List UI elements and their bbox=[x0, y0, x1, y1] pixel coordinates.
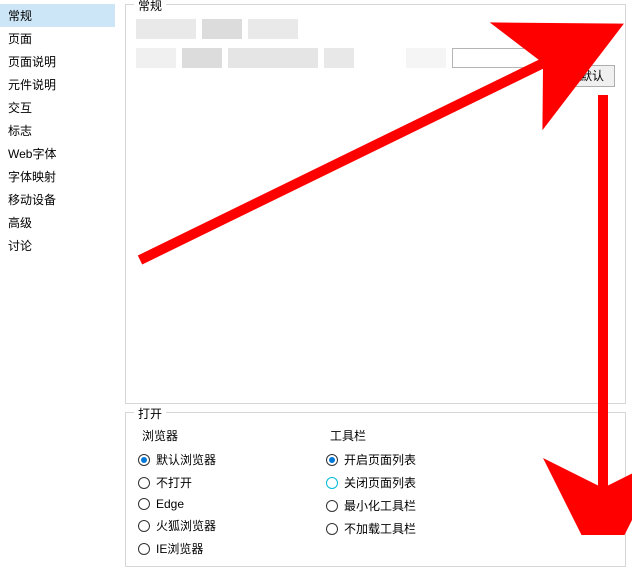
radio-icon bbox=[326, 500, 338, 512]
sidebar-item-widget-notes[interactable]: 元件说明 bbox=[0, 73, 115, 96]
radio-toolbar-minimize[interactable]: 最小化工具栏 bbox=[326, 496, 416, 515]
radio-do-not-open[interactable]: 不打开 bbox=[138, 473, 216, 492]
sidebar-item-label: 高级 bbox=[8, 216, 32, 230]
sidebar-item-advanced[interactable]: 高级 bbox=[0, 211, 115, 234]
sidebar-item-page-notes[interactable]: 页面说明 bbox=[0, 50, 115, 73]
use-default-button[interactable]: 使用默认 bbox=[545, 65, 615, 87]
radio-label: IE浏览器 bbox=[156, 540, 203, 557]
radio-icon bbox=[138, 498, 150, 510]
sidebar-item-label: 字体映射 bbox=[8, 170, 56, 184]
sidebar-item-label: 交互 bbox=[8, 101, 32, 115]
blurred-block bbox=[136, 19, 196, 39]
radio-label: 默认浏览器 bbox=[156, 451, 216, 468]
sidebar-item-discuss[interactable]: 讨论 bbox=[0, 234, 115, 257]
blurred-block bbox=[136, 48, 176, 68]
radio-label: 开启页面列表 bbox=[344, 451, 416, 468]
toolbar-column-title: 工具栏 bbox=[330, 427, 416, 444]
main-panel: 常规 ... 使用默认 bbox=[115, 0, 632, 535]
sidebar-item-label: 常规 bbox=[8, 9, 32, 23]
radio-icon bbox=[138, 477, 150, 489]
radio-icon bbox=[326, 523, 338, 535]
radio-toolbar-open-pages[interactable]: 开启页面列表 bbox=[326, 450, 416, 469]
blurred-row-2: ... bbox=[136, 47, 615, 69]
blurred-block bbox=[228, 48, 318, 68]
radio-icon bbox=[326, 454, 338, 466]
blurred-block bbox=[202, 19, 242, 39]
radio-default-browser[interactable]: 默认浏览器 bbox=[138, 450, 216, 469]
blurred-block bbox=[406, 48, 446, 68]
group-open: 打开 浏览器 默认浏览器 不打开 Edge 火狐浏览器 IE浏览器 工具栏 开启… bbox=[125, 412, 626, 567]
sidebar-item-label: 移动设备 bbox=[8, 193, 56, 207]
radio-ie[interactable]: IE浏览器 bbox=[138, 539, 216, 558]
group-open-title: 打开 bbox=[134, 405, 166, 422]
radio-toolbar-none[interactable]: 不加载工具栏 bbox=[326, 519, 416, 538]
output-path-input[interactable] bbox=[452, 48, 550, 68]
blurred-block bbox=[248, 19, 298, 39]
radio-label: 最小化工具栏 bbox=[344, 497, 416, 514]
blurred-block bbox=[182, 48, 222, 68]
group-general: 常规 ... 使用默认 bbox=[125, 4, 626, 404]
browser-column: 浏览器 默认浏览器 不打开 Edge 火狐浏览器 IE浏览器 bbox=[138, 427, 216, 558]
sidebar-item-label: Web字体 bbox=[8, 147, 56, 161]
radio-firefox[interactable]: 火狐浏览器 bbox=[138, 516, 216, 535]
sidebar-item-label: 元件说明 bbox=[8, 78, 56, 92]
sidebar-item-interaction[interactable]: 交互 bbox=[0, 96, 115, 119]
radio-icon bbox=[138, 520, 150, 532]
radio-label: 火狐浏览器 bbox=[156, 517, 216, 534]
radio-icon bbox=[138, 454, 150, 466]
blurred-block bbox=[324, 48, 354, 68]
sidebar-item-general[interactable]: 常规 bbox=[0, 4, 115, 27]
browser-column-title: 浏览器 bbox=[142, 427, 216, 444]
sidebar-item-page[interactable]: 页面 bbox=[0, 27, 115, 50]
blurred-row-1 bbox=[136, 19, 615, 39]
sidebar-item-label: 讨论 bbox=[8, 239, 32, 253]
radio-icon bbox=[138, 543, 150, 555]
radio-icon bbox=[326, 477, 338, 489]
sidebar-item-label: 页面说明 bbox=[8, 55, 56, 69]
radio-toolbar-close-pages[interactable]: 关闭页面列表 bbox=[326, 473, 416, 492]
sidebar-item-web-fonts[interactable]: Web字体 bbox=[0, 142, 115, 165]
radio-label: Edge bbox=[156, 497, 184, 511]
sidebar-item-font-mapping[interactable]: 字体映射 bbox=[0, 165, 115, 188]
radio-label: 不打开 bbox=[156, 474, 192, 491]
radio-label: 关闭页面列表 bbox=[344, 474, 416, 491]
sidebar-item-label: 标志 bbox=[8, 124, 32, 138]
sidebar-item-mobile[interactable]: 移动设备 bbox=[0, 188, 115, 211]
toolbar-column: 工具栏 开启页面列表 关闭页面列表 最小化工具栏 不加载工具栏 bbox=[326, 427, 416, 558]
sidebar: 常规 页面 页面说明 元件说明 交互 标志 Web字体 字体映射 移动设备 高级… bbox=[0, 0, 115, 535]
sidebar-item-logo[interactable]: 标志 bbox=[0, 119, 115, 142]
radio-label: 不加载工具栏 bbox=[344, 520, 416, 537]
sidebar-item-label: 页面 bbox=[8, 32, 32, 46]
radio-edge[interactable]: Edge bbox=[138, 496, 216, 512]
